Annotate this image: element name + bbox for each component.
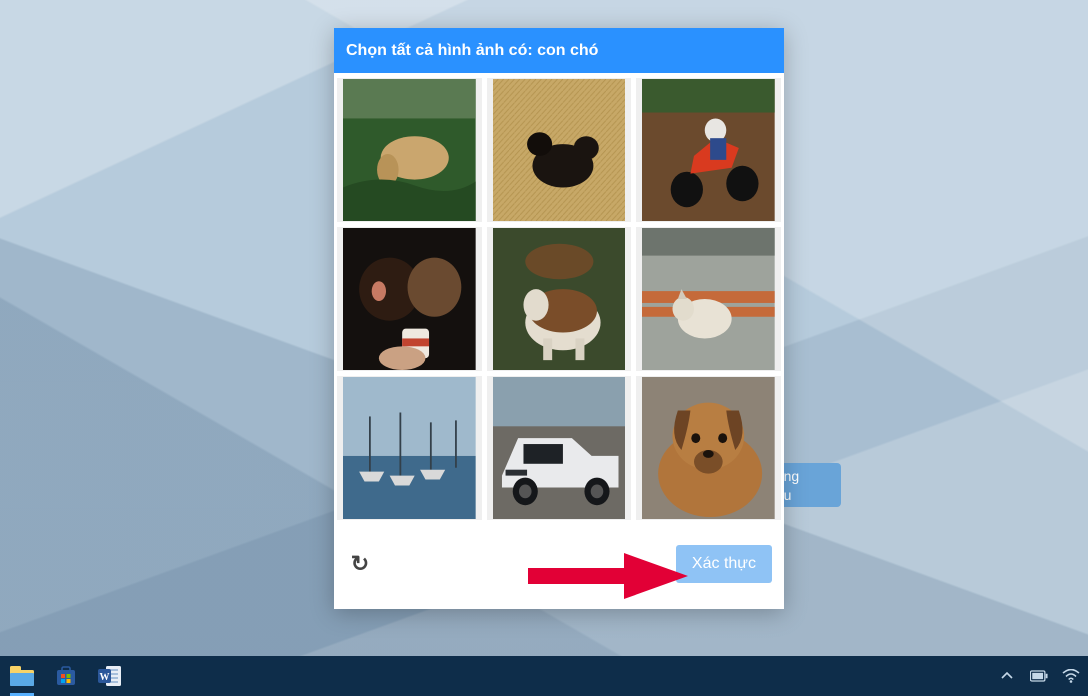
taskbar: W xyxy=(0,656,1088,696)
microsoft-word-icon: W xyxy=(98,665,122,687)
captcha-tile-0[interactable] xyxy=(337,78,482,222)
captcha-card: Chọn tất cả hình ảnh có: con chó xyxy=(334,28,784,609)
captcha-tile-5[interactable] xyxy=(636,227,781,371)
captcha-tile-3[interactable] xyxy=(337,227,482,371)
file-explorer-icon xyxy=(10,666,34,686)
captcha-tile-6[interactable] xyxy=(337,376,482,520)
captcha-footer: ↻ Xác thực xyxy=(334,523,784,609)
chevron-up-icon xyxy=(1000,669,1014,683)
instruction-prefix: Chọn tất cả hình ảnh có: xyxy=(346,42,537,59)
captcha-tile-8[interactable] xyxy=(636,376,781,520)
captcha-instruction: Chọn tất cả hình ảnh có: con chó xyxy=(334,28,784,73)
instruction-target: con chó xyxy=(537,42,598,59)
captcha-grid xyxy=(334,73,784,523)
battery-icon xyxy=(1030,670,1048,682)
system-tray xyxy=(998,667,1080,685)
taskbar-apps: W xyxy=(8,656,124,696)
taskbar-microsoft-word[interactable]: W xyxy=(96,662,124,690)
svg-text:W: W xyxy=(100,672,110,683)
microsoft-store-icon xyxy=(55,665,77,687)
wifi-icon xyxy=(1062,669,1080,683)
taskbar-file-explorer[interactable] xyxy=(8,662,36,690)
verify-button[interactable]: Xác thực xyxy=(676,545,772,583)
refresh-cw-icon: ↻ xyxy=(351,551,369,577)
tray-overflow[interactable] xyxy=(998,667,1016,685)
battery-status[interactable] xyxy=(1030,667,1048,685)
captcha-tile-1[interactable] xyxy=(487,78,632,222)
captcha-tile-7[interactable] xyxy=(487,376,632,520)
refresh-button[interactable]: ↻ xyxy=(346,550,374,578)
captcha-tile-4[interactable] xyxy=(487,227,632,371)
taskbar-microsoft-store[interactable] xyxy=(52,662,80,690)
captcha-tile-2[interactable] xyxy=(636,78,781,222)
wifi-status[interactable] xyxy=(1062,667,1080,685)
